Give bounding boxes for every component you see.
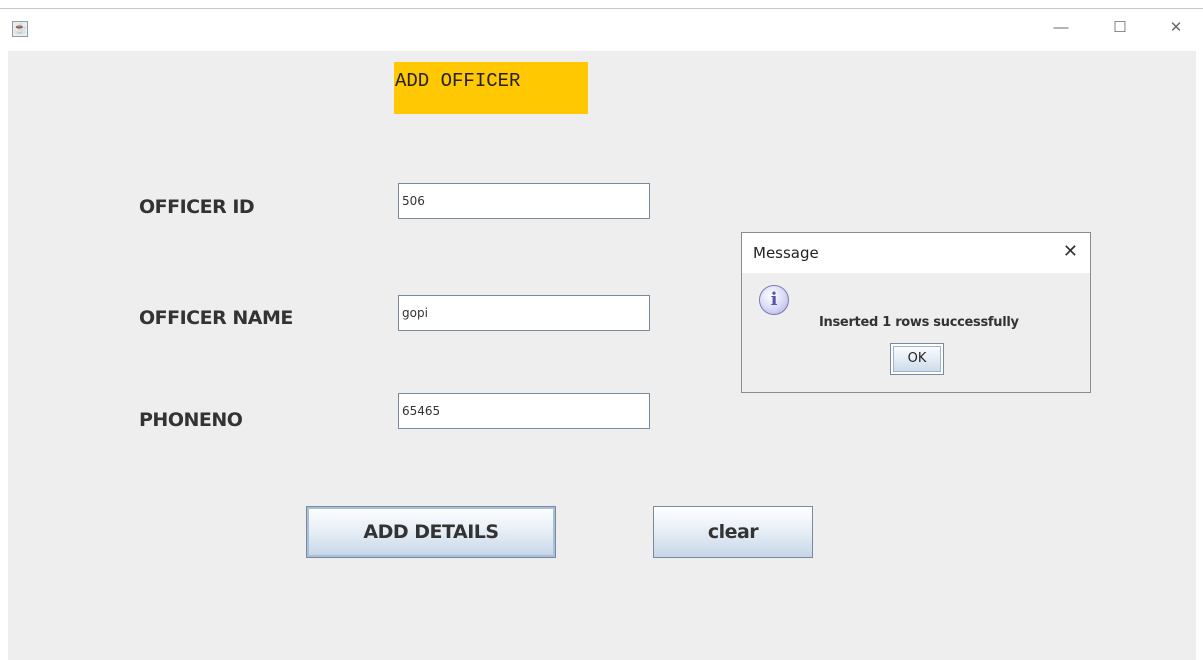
message-dialog: Message ✕ i Inserted 1 rows successfully… [741, 232, 1091, 393]
dialog-title-bar[interactable]: Message ✕ [742, 233, 1090, 273]
close-button[interactable]: ✕ [1167, 19, 1185, 37]
officer-name-label: OFFICER NAME [139, 307, 293, 329]
java-cup-icon[interactable]: ☕ [12, 21, 28, 37]
form-panel: ADD OFFICER OFFICER ID OFFICER NAME PHON… [8, 51, 1196, 660]
title-bar[interactable]: ☕ — ☐ ✕ [0, 9, 1203, 51]
add-details-button[interactable]: ADD DETAILS [306, 506, 556, 558]
information-icon: i [759, 285, 789, 315]
dialog-message: Inserted 1 rows successfully [819, 315, 1019, 330]
dialog-close-icon[interactable]: ✕ [1063, 241, 1078, 261]
maximize-button[interactable]: ☐ [1111, 19, 1129, 37]
ok-button[interactable]: OK [890, 343, 944, 375]
officer-id-label: OFFICER ID [139, 196, 255, 218]
phoneno-label: PHONENO [139, 409, 243, 431]
clear-button[interactable]: clear [653, 506, 813, 558]
minimize-button[interactable]: — [1052, 19, 1070, 37]
phoneno-field[interactable] [398, 393, 650, 429]
page-title: ADD OFFICER [394, 62, 588, 114]
officer-id-field[interactable] [398, 183, 650, 219]
dialog-title: Message [753, 244, 819, 262]
officer-name-field[interactable] [398, 295, 650, 331]
